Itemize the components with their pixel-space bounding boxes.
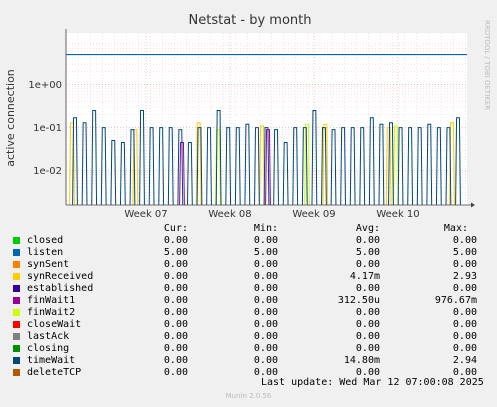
chart-title: Netstat - by month xyxy=(189,13,312,28)
x-tick-label: Week 09 xyxy=(292,209,335,220)
x-tick-label: Week 07 xyxy=(124,209,167,220)
x-tick-label: Week 10 xyxy=(376,209,419,220)
y-axis-label: active connection xyxy=(4,69,17,167)
y-tick-labels: 1e+00 1e-01 1e-02 xyxy=(28,80,62,177)
x-tick-label: Week 08 xyxy=(208,209,251,220)
rrdtool-credit: RRDTOOL / TOBI OETIKER xyxy=(483,20,491,110)
x-tick-labels: Week 07 Week 08 Week 09 Week 10 xyxy=(124,209,419,220)
y-tick-label: 1e-01 xyxy=(33,123,62,134)
netstat-chart: Netstat - by month RRDTOOL / TOBI OETIKE… xyxy=(4,13,491,220)
x-axis-arrow xyxy=(471,202,475,208)
y-tick-label: 1e+00 xyxy=(28,80,62,91)
y-tick-label: 1e-02 xyxy=(33,166,62,177)
